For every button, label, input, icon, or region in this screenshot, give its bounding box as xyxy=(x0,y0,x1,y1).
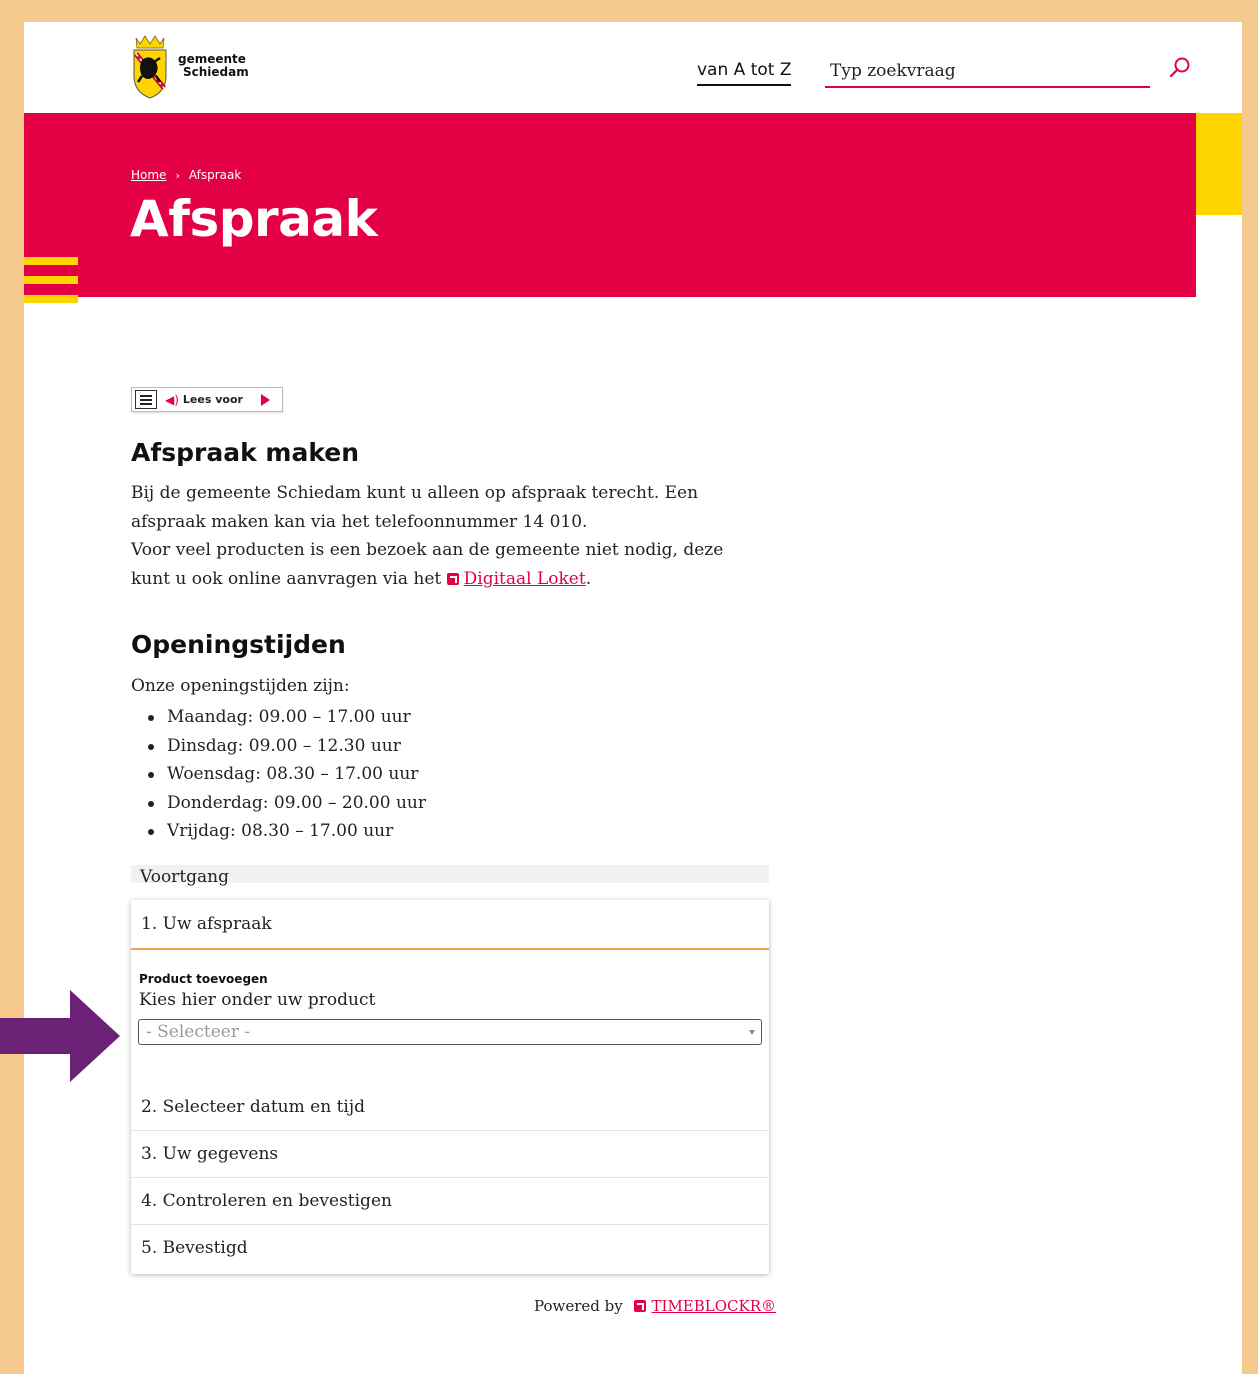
hours-heading: Openingstijden xyxy=(131,630,346,659)
readspeaker-widget: ◀) Lees voor xyxy=(131,387,283,412)
hours-item: Maandag: 09.00 – 17.00 uur xyxy=(131,703,426,732)
logo-line-2: Schiedam xyxy=(183,65,249,79)
step-1-header[interactable]: 1. Uw afspraak xyxy=(131,900,769,950)
search-icon[interactable] xyxy=(1168,56,1192,80)
intro-heading: Afspraak maken xyxy=(131,438,360,467)
intro-line-2-prefix: Voor veel producten is een bezoek aan de… xyxy=(131,540,724,589)
hours-item: Dinsdag: 09.00 – 12.30 uur xyxy=(131,732,426,761)
powered-by: Powered by TIMEBLOCKR® xyxy=(534,1297,776,1315)
product-help-text: Kies hier onder uw product xyxy=(139,990,376,1010)
play-icon[interactable] xyxy=(260,393,270,406)
breadcrumb-current: Afspraak xyxy=(188,168,242,182)
hours-intro: Onze openingstijden zijn: xyxy=(131,676,350,696)
progress-label: Voortgang xyxy=(140,867,229,887)
hours-item: Donderdag: 09.00 – 20.00 uur xyxy=(131,789,426,818)
hours-item: Vrijdag: 08.30 – 17.00 uur xyxy=(131,817,426,846)
site-logo[interactable]: gemeente Schiedam xyxy=(130,32,249,100)
step-4-header[interactable]: 4. Controleren en bevestigen xyxy=(131,1178,769,1225)
product-select-value: - Selecteer - xyxy=(146,1022,251,1042)
step-5-header[interactable]: 5. Bevestigd xyxy=(131,1225,769,1272)
step-3-header[interactable]: 3. Uw gegevens xyxy=(131,1131,769,1178)
intro-paragraph: Bij de gemeente Schiedam kunt u alleen o… xyxy=(131,479,746,593)
logo-wordmark: gemeente Schiedam xyxy=(178,53,249,79)
intro-line-1: Bij de gemeente Schiedam kunt u alleen o… xyxy=(131,483,699,532)
breadcrumb: Home › Afspraak xyxy=(131,168,241,182)
powered-by-prefix: Powered by xyxy=(534,1297,623,1315)
digitaal-loket-link[interactable]: Digitaal Loket xyxy=(464,569,586,589)
readspeaker-button-label[interactable]: Lees voor xyxy=(183,393,243,406)
coat-of-arms-icon xyxy=(133,35,167,99)
step-2-header[interactable]: 2. Selecteer datum en tijd xyxy=(131,1084,769,1131)
page-title: Afspraak xyxy=(130,190,378,248)
arrow-right-icon xyxy=(0,990,120,1082)
speaker-icon: ◀) xyxy=(165,392,179,407)
external-link-icon xyxy=(446,572,459,585)
breadcrumb-separator-icon: › xyxy=(175,169,180,182)
product-select[interactable]: - Selecteer - xyxy=(138,1019,762,1045)
search-input[interactable] xyxy=(825,58,1150,84)
product-label: Product toevoegen xyxy=(139,972,268,986)
hero-accent-stripes xyxy=(24,257,78,307)
timeblockr-link[interactable]: TIMEBLOCKR® xyxy=(652,1297,777,1315)
nav-a-to-z-link[interactable]: van A tot Z xyxy=(697,60,792,86)
hours-list: Maandag: 09.00 – 17.00 uur Dinsdag: 09.0… xyxy=(131,703,426,846)
external-link-icon xyxy=(633,1300,646,1312)
appointment-widget: 1. Uw afspraak Product toevoegen Kies hi… xyxy=(131,900,769,1274)
breadcrumb-home-link[interactable]: Home xyxy=(131,168,166,182)
hero-accent-block xyxy=(1196,113,1242,215)
page: gemeente Schiedam van A tot Z Home › Afspr… xyxy=(24,22,1242,1374)
chevron-down-icon xyxy=(749,1030,755,1035)
hours-item: Woensdag: 08.30 – 17.00 uur xyxy=(131,760,426,789)
search-box xyxy=(825,58,1150,88)
intro-line-2-suffix: . xyxy=(585,568,592,589)
readspeaker-menu-icon[interactable] xyxy=(135,390,157,409)
